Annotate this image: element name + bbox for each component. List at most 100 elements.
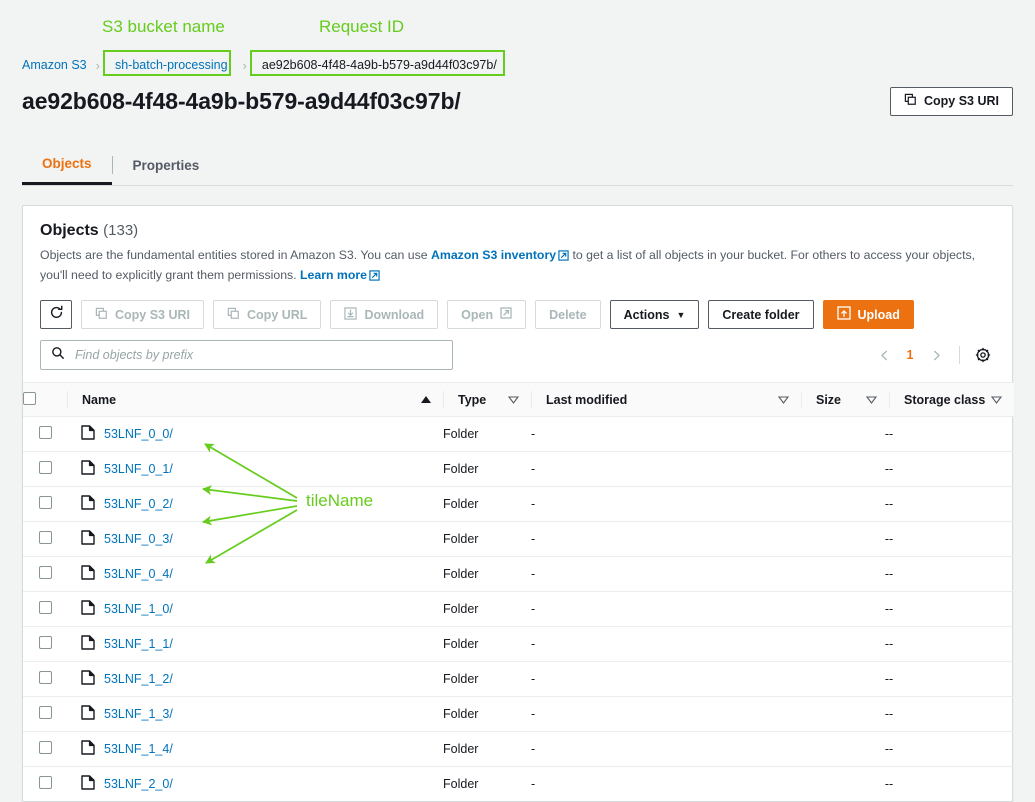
column-header-size[interactable]: Size [801, 382, 889, 417]
row-checkbox[interactable] [38, 741, 52, 754]
refresh-button[interactable] [40, 300, 72, 329]
row-last-modified-cell: - [531, 777, 536, 791]
upload-icon [836, 306, 851, 323]
row-type-cell: Folder [443, 451, 531, 487]
row-select-cell [23, 661, 67, 697]
row-type-cell: Folder [443, 661, 531, 697]
row-name-link[interactable]: 53LNF_0_2/ [104, 497, 173, 511]
objects-card-header: Objects (133) Objects are the fundamenta… [23, 206, 1012, 286]
row-size-cell: - [801, 696, 889, 732]
delete-label: Delete [549, 307, 587, 322]
row-last-modified-cell: - [531, 416, 801, 452]
row-checkbox[interactable] [38, 531, 52, 544]
row-name-link[interactable]: 53LNF_0_0/ [104, 427, 173, 441]
breadcrumb-separator-icon: › [95, 57, 100, 73]
breadcrumb-item-amazon-s3[interactable]: Amazon S3 [22, 58, 87, 72]
table-row: 53LNF_1_2/Folder - - - [23, 661, 1014, 697]
row-checkbox[interactable] [38, 636, 52, 649]
copy-s3-uri-button[interactable]: Copy S3 URI [889, 86, 1013, 116]
column-header-type[interactable]: Type [443, 382, 531, 417]
table-row: 53LNF_0_3/Folder - - - [23, 521, 1014, 557]
row-name-cell: 53LNF_0_2/ [67, 486, 443, 522]
row-name-cell: 53LNF_0_0/ [67, 416, 443, 452]
row-select-cell [23, 521, 67, 557]
pagination: 1 [872, 343, 995, 367]
row-name-link[interactable]: 53LNF_1_3/ [104, 707, 173, 721]
row-select-cell [23, 486, 67, 522]
amazon-s3-inventory-link[interactable]: Amazon S3 inventory [431, 248, 556, 262]
tab-properties[interactable]: Properties [113, 145, 220, 185]
sort-descending-icon [777, 393, 790, 407]
breadcrumb-item-bucket[interactable]: sh-batch-processing [109, 56, 234, 74]
row-checkbox[interactable] [38, 496, 52, 509]
row-type-cell: Folder [443, 521, 531, 557]
copy-icon [227, 307, 240, 323]
create-folder-button[interactable]: Create folder [708, 300, 814, 329]
sort-descending-icon [990, 393, 1003, 407]
row-name-link[interactable]: 53LNF_1_1/ [104, 637, 173, 651]
row-name-cell: 53LNF_1_3/ [67, 696, 443, 732]
row-checkbox[interactable] [38, 566, 52, 579]
learn-more-link[interactable]: Learn more [300, 268, 367, 282]
row-storage-class-cell: - [889, 626, 1014, 662]
row-storage-class-cell: - [889, 591, 1014, 627]
copy-icon [904, 93, 917, 109]
delete-button[interactable]: Delete [535, 300, 601, 329]
table-row: 53LNF_1_0/Folder - - - [23, 591, 1014, 627]
sort-descending-icon [507, 393, 520, 407]
external-link-icon [369, 268, 380, 286]
row-last-modified-cell: - [531, 556, 801, 592]
sort-ascending-icon [421, 396, 431, 403]
row-name-link[interactable]: 53LNF_1_0/ [104, 602, 173, 616]
row-name-link[interactable]: 53LNF_2_0/ [104, 777, 173, 791]
objects-toolbar: Copy S3 URI Copy URL Download Open Delet… [23, 286, 1012, 329]
tab-objects[interactable]: Objects [22, 145, 112, 185]
pagination-next-button[interactable] [924, 343, 948, 367]
row-type-cell: Folder [443, 777, 479, 791]
row-last-modified-cell: - [531, 521, 801, 557]
column-header-name[interactable]: Name [67, 382, 443, 417]
row-name-cell: 53LNF_0_4/ [67, 556, 443, 592]
column-header-last-modified[interactable]: Last modified [531, 382, 801, 417]
row-select-cell [23, 451, 67, 487]
row-select-cell [23, 767, 67, 802]
row-checkbox[interactable] [38, 776, 52, 789]
row-name-link[interactable]: 53LNF_0_4/ [104, 567, 173, 581]
row-name-link[interactable]: 53LNF_0_3/ [104, 532, 173, 546]
folder-icon [81, 600, 95, 618]
external-link-icon [558, 248, 569, 266]
objects-filter-row: 1 [23, 329, 1012, 382]
actions-label: Actions [623, 307, 670, 322]
column-header-storage-class[interactable]: Storage class [889, 382, 1014, 417]
folder-icon [81, 740, 95, 758]
row-checkbox[interactable] [38, 706, 52, 719]
column-header-size-label: Size [816, 392, 842, 407]
search-input[interactable] [73, 347, 442, 363]
row-name-link[interactable]: 53LNF_1_4/ [104, 742, 173, 756]
select-all-checkbox[interactable] [23, 391, 36, 405]
row-type-cell: Folder [443, 696, 531, 732]
row-storage-class-cell: - [889, 486, 1014, 522]
row-last-modified-cell: - [531, 626, 801, 662]
tab-bar: Objects Properties [22, 145, 1013, 186]
row-checkbox[interactable] [38, 601, 52, 614]
pagination-prev-button[interactable] [872, 343, 896, 367]
row-name-link[interactable]: 53LNF_1_2/ [104, 672, 173, 686]
open-button[interactable]: Open [447, 300, 527, 329]
row-checkbox[interactable] [38, 671, 52, 684]
upload-button[interactable]: Upload [822, 300, 914, 329]
download-button[interactable]: Download [330, 300, 439, 329]
row-checkbox[interactable] [38, 461, 52, 474]
row-name-link[interactable]: 53LNF_0_1/ [104, 462, 173, 476]
row-size-cell: - [801, 591, 889, 627]
objects-description: Objects are the fundamental entities sto… [40, 246, 990, 286]
row-checkbox[interactable] [38, 426, 52, 439]
table-row: 53LNF_1_4/Folder - - - [23, 731, 1014, 767]
gear-icon[interactable] [971, 343, 995, 367]
breadcrumb-item-current: ae92b608-4f48-4a9b-b579-a9d44f03c97b/ [261, 58, 497, 72]
copy-s3-uri-toolbar-button[interactable]: Copy S3 URI [81, 300, 205, 329]
search-box[interactable] [40, 340, 453, 370]
actions-button[interactable]: Actions ▼ [609, 300, 700, 329]
copy-url-button[interactable]: Copy URL [213, 300, 322, 329]
pagination-page-1[interactable]: 1 [900, 348, 920, 362]
